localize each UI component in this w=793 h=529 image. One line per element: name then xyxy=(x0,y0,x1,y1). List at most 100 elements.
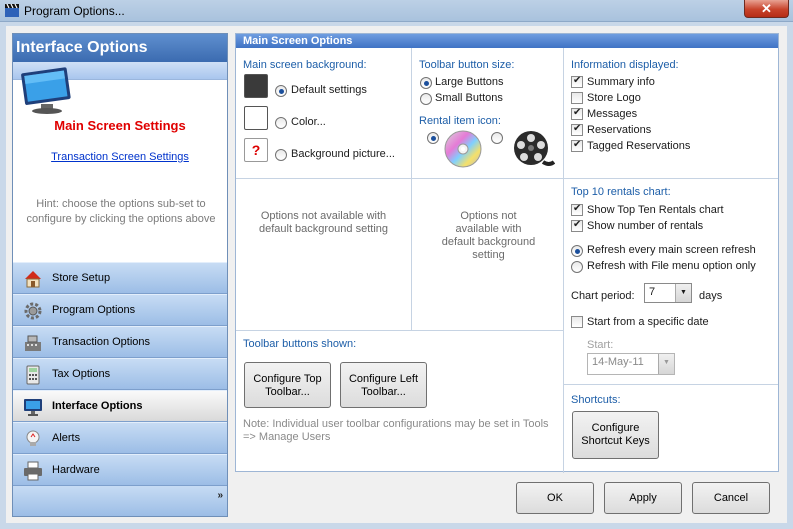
summary-info-checkbox[interactable] xyxy=(571,75,583,88)
color-radio[interactable] xyxy=(275,117,287,129)
color-swatch xyxy=(244,106,268,130)
printer-icon xyxy=(24,461,42,481)
divider xyxy=(236,178,778,179)
tagged-reservations-label: Tagged Reservations xyxy=(587,140,691,152)
panel-title: Main Screen Options xyxy=(243,35,353,47)
disc-icon-radio[interactable] xyxy=(427,132,439,144)
show-number-checkbox[interactable] xyxy=(571,219,583,232)
shortcuts-label: Shortcuts: xyxy=(571,394,621,406)
house-icon xyxy=(25,271,41,288)
nav-label: Transaction Options xyxy=(52,336,151,348)
rental-icon-label: Rental item icon: xyxy=(419,115,501,127)
background-picture-label: Background picture... xyxy=(291,148,395,160)
configure-top-toolbar-button[interactable]: Configure Top Toolbar... xyxy=(244,362,331,408)
show-top-ten-checkbox[interactable] xyxy=(571,203,583,216)
divider xyxy=(236,330,563,331)
messages-checkbox[interactable] xyxy=(571,107,583,120)
reservations-checkbox[interactable] xyxy=(571,123,583,136)
nav-overflow-bar: » xyxy=(13,486,227,516)
start-specific-date-label: Start from a specific date xyxy=(587,316,709,328)
summary-info-label: Summary info xyxy=(587,76,655,88)
refresh-every-label: Refresh every main screen refresh xyxy=(587,244,756,256)
toolbar-size-label: Toolbar button size: xyxy=(419,59,515,71)
chart-period-unit: days xyxy=(699,290,723,302)
start-date-picker[interactable]: 14-May-11 ▼ xyxy=(587,353,675,375)
monitor-icon xyxy=(21,67,71,114)
alert-bulb-icon xyxy=(26,430,40,446)
app-icon xyxy=(5,4,19,17)
nav-tax-options[interactable]: Tax Options xyxy=(13,358,227,390)
chart-period-value: 7 xyxy=(649,286,656,298)
info-section-label: Information displayed: xyxy=(571,59,679,71)
color-label: Color... xyxy=(291,116,326,128)
nav-hardware[interactable]: Hardware xyxy=(13,454,227,486)
nav-interface-options[interactable]: Interface Options xyxy=(13,390,227,422)
nav-label: Interface Options xyxy=(52,400,143,412)
refresh-file-menu-label: Refresh with File menu option only xyxy=(587,260,756,272)
start-date-value: 14-May-11 xyxy=(592,356,644,368)
gear-icon xyxy=(24,302,42,320)
default-settings-radio[interactable] xyxy=(275,85,287,97)
large-buttons-radio[interactable] xyxy=(420,77,432,89)
chevron-down-icon: ▼ xyxy=(675,284,691,302)
chart-period-select[interactable]: 7 ▼ xyxy=(644,283,692,303)
film-reel-icon xyxy=(514,131,555,166)
configure-left-toolbar-button[interactable]: Configure Left Toolbar... xyxy=(340,362,427,408)
divider xyxy=(411,48,412,330)
chevron-more-icon[interactable]: » xyxy=(217,491,223,501)
refresh-file-menu-radio[interactable] xyxy=(571,261,583,273)
tagged-reservations-checkbox[interactable] xyxy=(571,139,583,152)
start-date-label: Start: xyxy=(587,339,614,351)
default-background-swatch xyxy=(244,74,268,98)
divider xyxy=(563,48,564,473)
refresh-every-radio[interactable] xyxy=(571,245,583,257)
small-buttons-radio[interactable] xyxy=(420,93,432,105)
nav-store-setup[interactable]: Store Setup xyxy=(13,262,227,294)
cash-register-icon xyxy=(25,335,41,351)
calculator-icon xyxy=(26,365,40,385)
messages-label: Messages xyxy=(587,108,638,120)
ok-button[interactable]: OK xyxy=(516,482,594,514)
close-button[interactable]: ✕ xyxy=(744,0,789,18)
toolbar-note: Note: Individual user toolbar configurat… xyxy=(243,418,549,443)
sidebar-title: Interface Options xyxy=(13,34,227,62)
options-unavailable-note: Options not available with default backg… xyxy=(441,210,536,261)
nav-program-options[interactable]: Program Options xyxy=(13,294,227,326)
options-panel: Main Screen Options Main screen backgrou… xyxy=(235,33,779,473)
window-title: Program Options... xyxy=(24,4,125,18)
transaction-screen-settings-link[interactable]: Transaction Screen Settings xyxy=(13,151,227,163)
chart-period-label: Chart period: xyxy=(571,290,635,302)
panel-header: Main Screen Options xyxy=(236,34,778,48)
cancel-button[interactable]: Cancel xyxy=(692,482,770,514)
title-bar[interactable]: Program Options... ✕ xyxy=(0,0,793,22)
store-logo-checkbox[interactable] xyxy=(571,92,583,104)
background-section-label: Main screen background: xyxy=(243,59,367,71)
monitor-icon xyxy=(24,399,42,416)
nav-transaction-options[interactable]: Transaction Options xyxy=(13,326,227,358)
small-buttons-label: Small Buttons xyxy=(435,92,503,104)
large-buttons-label: Large Buttons xyxy=(435,76,504,88)
nav-label: Program Options xyxy=(52,304,136,316)
sidebar-hint: Hint: choose the options sub-set to conf… xyxy=(26,198,216,225)
configure-shortcut-keys-button[interactable]: Configure Shortcut Keys xyxy=(572,411,659,459)
toolbar-shown-label: Toolbar buttons shown: xyxy=(243,338,357,350)
options-unavailable-note: Options not available with default backg… xyxy=(258,210,389,235)
apply-button[interactable]: Apply xyxy=(604,482,682,514)
store-logo-label: Store Logo xyxy=(587,92,641,104)
nav-label: Tax Options xyxy=(52,368,111,380)
show-top-ten-label: Show Top Ten Rentals chart xyxy=(587,204,724,216)
divider xyxy=(563,384,778,385)
film-reel-radio[interactable] xyxy=(491,132,503,144)
nav-label: Alerts xyxy=(52,432,81,444)
chevron-down-icon: ▼ xyxy=(658,354,674,374)
background-picture-radio[interactable] xyxy=(275,149,287,161)
nav-label: Hardware xyxy=(52,464,100,476)
disc-icon xyxy=(444,130,482,168)
current-settings-title: Main Screen Settings xyxy=(54,118,186,133)
picture-placeholder-icon: ? xyxy=(244,138,268,162)
default-settings-label: Default settings xyxy=(291,84,367,96)
reservations-label: Reservations xyxy=(587,124,652,136)
nav-label: Store Setup xyxy=(52,272,111,284)
start-specific-date-checkbox[interactable] xyxy=(571,316,583,328)
nav-alerts[interactable]: Alerts xyxy=(13,422,227,454)
